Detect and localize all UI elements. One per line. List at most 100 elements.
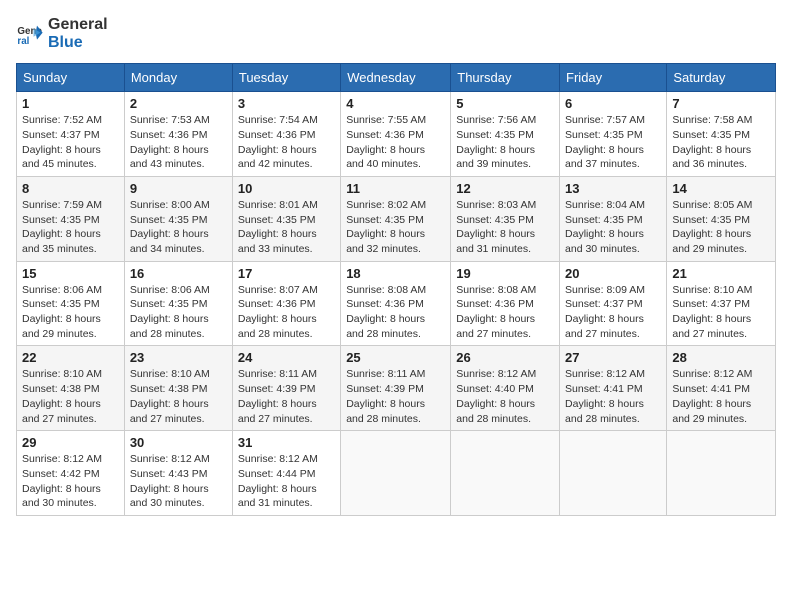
calendar-cell: 7 Sunrise: 7:58 AM Sunset: 4:35 PM Dayli… (667, 92, 776, 177)
calendar-cell: 1 Sunrise: 7:52 AM Sunset: 4:37 PM Dayli… (17, 92, 125, 177)
calendar-cell: 13 Sunrise: 8:04 AM Sunset: 4:35 PM Dayl… (560, 176, 667, 261)
day-detail: Sunrise: 8:08 AM Sunset: 4:36 PM Dayligh… (346, 283, 445, 342)
day-number: 13 (565, 181, 661, 196)
day-detail: Sunrise: 7:59 AM Sunset: 4:35 PM Dayligh… (22, 198, 119, 257)
day-detail: Sunrise: 7:56 AM Sunset: 4:35 PM Dayligh… (456, 113, 554, 172)
day-detail: Sunrise: 8:04 AM Sunset: 4:35 PM Dayligh… (565, 198, 661, 257)
day-number: 19 (456, 266, 554, 281)
day-number: 8 (22, 181, 119, 196)
calendar-cell: 16 Sunrise: 8:06 AM Sunset: 4:35 PM Dayl… (124, 261, 232, 346)
day-detail: Sunrise: 7:52 AM Sunset: 4:37 PM Dayligh… (22, 113, 119, 172)
day-detail: Sunrise: 8:00 AM Sunset: 4:35 PM Dayligh… (130, 198, 227, 257)
day-detail: Sunrise: 7:58 AM Sunset: 4:35 PM Dayligh… (672, 113, 770, 172)
day-detail: Sunrise: 8:08 AM Sunset: 4:36 PM Dayligh… (456, 283, 554, 342)
col-header-tuesday: Tuesday (232, 64, 340, 92)
calendar-cell (341, 431, 451, 516)
day-number: 3 (238, 96, 335, 111)
day-number: 5 (456, 96, 554, 111)
day-detail: Sunrise: 8:12 AM Sunset: 4:41 PM Dayligh… (672, 367, 770, 426)
day-number: 2 (130, 96, 227, 111)
calendar-week-5: 29 Sunrise: 8:12 AM Sunset: 4:42 PM Dayl… (17, 431, 776, 516)
calendar-cell (667, 431, 776, 516)
calendar-cell: 15 Sunrise: 8:06 AM Sunset: 4:35 PM Dayl… (17, 261, 125, 346)
day-number: 9 (130, 181, 227, 196)
calendar-cell: 14 Sunrise: 8:05 AM Sunset: 4:35 PM Dayl… (667, 176, 776, 261)
calendar-cell: 20 Sunrise: 8:09 AM Sunset: 4:37 PM Dayl… (560, 261, 667, 346)
calendar-table: SundayMondayTuesdayWednesdayThursdayFrid… (16, 63, 776, 516)
day-detail: Sunrise: 8:06 AM Sunset: 4:35 PM Dayligh… (22, 283, 119, 342)
calendar-cell: 4 Sunrise: 7:55 AM Sunset: 4:36 PM Dayli… (341, 92, 451, 177)
calendar-cell: 5 Sunrise: 7:56 AM Sunset: 4:35 PM Dayli… (451, 92, 560, 177)
day-detail: Sunrise: 8:12 AM Sunset: 4:42 PM Dayligh… (22, 452, 119, 511)
day-number: 24 (238, 350, 335, 365)
col-header-friday: Friday (560, 64, 667, 92)
day-detail: Sunrise: 7:53 AM Sunset: 4:36 PM Dayligh… (130, 113, 227, 172)
col-header-monday: Monday (124, 64, 232, 92)
logo-text-line1: General (48, 16, 108, 34)
calendar-cell: 29 Sunrise: 8:12 AM Sunset: 4:42 PM Dayl… (17, 431, 125, 516)
day-number: 28 (672, 350, 770, 365)
day-number: 7 (672, 96, 770, 111)
day-number: 16 (130, 266, 227, 281)
calendar-cell: 31 Sunrise: 8:12 AM Sunset: 4:44 PM Dayl… (232, 431, 340, 516)
day-detail: Sunrise: 8:12 AM Sunset: 4:40 PM Dayligh… (456, 367, 554, 426)
calendar-week-3: 15 Sunrise: 8:06 AM Sunset: 4:35 PM Dayl… (17, 261, 776, 346)
calendar-cell: 18 Sunrise: 8:08 AM Sunset: 4:36 PM Dayl… (341, 261, 451, 346)
day-number: 25 (346, 350, 445, 365)
day-number: 23 (130, 350, 227, 365)
calendar-cell: 22 Sunrise: 8:10 AM Sunset: 4:38 PM Dayl… (17, 346, 125, 431)
calendar-cell: 3 Sunrise: 7:54 AM Sunset: 4:36 PM Dayli… (232, 92, 340, 177)
calendar-cell: 23 Sunrise: 8:10 AM Sunset: 4:38 PM Dayl… (124, 346, 232, 431)
col-header-thursday: Thursday (451, 64, 560, 92)
day-number: 10 (238, 181, 335, 196)
day-detail: Sunrise: 8:02 AM Sunset: 4:35 PM Dayligh… (346, 198, 445, 257)
day-detail: Sunrise: 8:10 AM Sunset: 4:38 PM Dayligh… (22, 367, 119, 426)
calendar-cell: 26 Sunrise: 8:12 AM Sunset: 4:40 PM Dayl… (451, 346, 560, 431)
calendar-cell: 27 Sunrise: 8:12 AM Sunset: 4:41 PM Dayl… (560, 346, 667, 431)
calendar-header-row: SundayMondayTuesdayWednesdayThursdayFrid… (17, 64, 776, 92)
calendar-cell: 25 Sunrise: 8:11 AM Sunset: 4:39 PM Dayl… (341, 346, 451, 431)
day-detail: Sunrise: 8:01 AM Sunset: 4:35 PM Dayligh… (238, 198, 335, 257)
page-header: Gene ral General Blue (16, 16, 776, 51)
day-detail: Sunrise: 8:12 AM Sunset: 4:41 PM Dayligh… (565, 367, 661, 426)
calendar-cell: 28 Sunrise: 8:12 AM Sunset: 4:41 PM Dayl… (667, 346, 776, 431)
svg-text:ral: ral (17, 35, 29, 46)
calendar-week-4: 22 Sunrise: 8:10 AM Sunset: 4:38 PM Dayl… (17, 346, 776, 431)
day-detail: Sunrise: 8:03 AM Sunset: 4:35 PM Dayligh… (456, 198, 554, 257)
day-detail: Sunrise: 7:57 AM Sunset: 4:35 PM Dayligh… (565, 113, 661, 172)
day-number: 22 (22, 350, 119, 365)
calendar-cell: 21 Sunrise: 8:10 AM Sunset: 4:37 PM Dayl… (667, 261, 776, 346)
calendar-cell: 19 Sunrise: 8:08 AM Sunset: 4:36 PM Dayl… (451, 261, 560, 346)
day-detail: Sunrise: 7:54 AM Sunset: 4:36 PM Dayligh… (238, 113, 335, 172)
day-number: 17 (238, 266, 335, 281)
day-detail: Sunrise: 8:10 AM Sunset: 4:38 PM Dayligh… (130, 367, 227, 426)
calendar-cell: 6 Sunrise: 7:57 AM Sunset: 4:35 PM Dayli… (560, 92, 667, 177)
calendar-cell: 8 Sunrise: 7:59 AM Sunset: 4:35 PM Dayli… (17, 176, 125, 261)
day-number: 15 (22, 266, 119, 281)
day-detail: Sunrise: 8:12 AM Sunset: 4:44 PM Dayligh… (238, 452, 335, 511)
day-detail: Sunrise: 8:10 AM Sunset: 4:37 PM Dayligh… (672, 283, 770, 342)
calendar-cell: 2 Sunrise: 7:53 AM Sunset: 4:36 PM Dayli… (124, 92, 232, 177)
calendar-cell: 17 Sunrise: 8:07 AM Sunset: 4:36 PM Dayl… (232, 261, 340, 346)
day-number: 27 (565, 350, 661, 365)
calendar-cell: 24 Sunrise: 8:11 AM Sunset: 4:39 PM Dayl… (232, 346, 340, 431)
calendar-cell: 30 Sunrise: 8:12 AM Sunset: 4:43 PM Dayl… (124, 431, 232, 516)
calendar-cell: 12 Sunrise: 8:03 AM Sunset: 4:35 PM Dayl… (451, 176, 560, 261)
calendar-week-2: 8 Sunrise: 7:59 AM Sunset: 4:35 PM Dayli… (17, 176, 776, 261)
day-number: 6 (565, 96, 661, 111)
calendar-cell (560, 431, 667, 516)
calendar-cell: 9 Sunrise: 8:00 AM Sunset: 4:35 PM Dayli… (124, 176, 232, 261)
calendar-cell (451, 431, 560, 516)
day-detail: Sunrise: 8:11 AM Sunset: 4:39 PM Dayligh… (346, 367, 445, 426)
day-number: 12 (456, 181, 554, 196)
calendar-week-1: 1 Sunrise: 7:52 AM Sunset: 4:37 PM Dayli… (17, 92, 776, 177)
day-number: 29 (22, 435, 119, 450)
day-number: 18 (346, 266, 445, 281)
day-number: 20 (565, 266, 661, 281)
col-header-saturday: Saturday (667, 64, 776, 92)
day-number: 4 (346, 96, 445, 111)
day-detail: Sunrise: 8:07 AM Sunset: 4:36 PM Dayligh… (238, 283, 335, 342)
day-number: 21 (672, 266, 770, 281)
col-header-sunday: Sunday (17, 64, 125, 92)
day-detail: Sunrise: 8:06 AM Sunset: 4:35 PM Dayligh… (130, 283, 227, 342)
